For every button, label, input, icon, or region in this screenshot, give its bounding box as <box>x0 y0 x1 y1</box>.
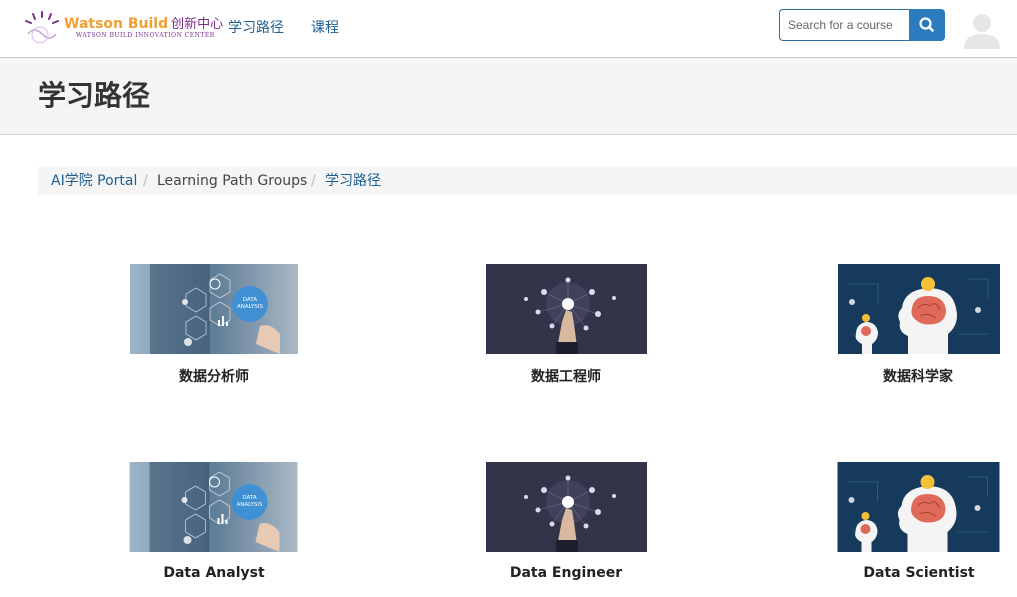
card-thumb-data-scientist[interactable] <box>837 462 1000 552</box>
thumb-text: ANALYSIS <box>237 502 263 508</box>
data-analysis-image: DATA ANALYSIS <box>130 264 298 354</box>
logo-burst-icon <box>25 11 59 44</box>
card-label-data-scientist-cn[interactable]: 数据科学家 <box>883 366 953 386</box>
thumb-text: ANALYSIS <box>237 304 263 310</box>
card-thumb-data-analysis[interactable]: DATA ANALYSIS <box>129 462 298 552</box>
logo-subtitle: WATSON BUILD INNOVATION CENTER <box>76 32 215 39</box>
card-thumb-data-engineer[interactable] <box>486 264 647 354</box>
card-thumb-data-engineer[interactable] <box>486 462 647 552</box>
card-label-data-analyst-cn[interactable]: 数据分析师 <box>179 366 249 386</box>
card-label-data-engineer-en[interactable]: Data Engineer <box>510 565 622 581</box>
search-icon <box>919 17 934 32</box>
card-label-data-engineer-cn[interactable]: 数据工程师 <box>531 366 601 386</box>
search-input[interactable] <box>779 9 910 41</box>
top-navbar: Watson Build 创新中心 WATSON BUILD INNOVATION… <box>0 0 1017 58</box>
card-thumb-data-scientist[interactable] <box>838 264 1000 354</box>
logo-brand: Watson Build <box>64 16 169 32</box>
page-header: 学习路径 <box>0 58 1017 135</box>
card-thumb-data-analysis[interactable]: DATA ANALYSIS <box>130 264 298 354</box>
network-touch-image <box>486 264 647 354</box>
network-touch-image <box>486 462 647 552</box>
brain-head-image <box>838 264 1000 354</box>
breadcrumb-separator: / <box>143 173 148 189</box>
user-avatar-icon[interactable] <box>962 9 1002 49</box>
brain-head-image <box>837 462 1000 552</box>
search-button[interactable] <box>909 9 945 41</box>
search-form <box>779 9 945 41</box>
thumb-text: DATA <box>242 495 256 501</box>
logo-brand-cn: 创新中心 <box>171 17 224 32</box>
thumb-text: DATA <box>243 297 257 303</box>
page-title: 学习路径 <box>38 79 151 112</box>
breadcrumb-separator: / <box>311 173 316 189</box>
breadcrumb-item-groups: Learning Path Groups <box>157 173 308 189</box>
card-label-data-analyst-en[interactable]: Data Analyst <box>163 565 264 581</box>
logo[interactable]: Watson Build 创新中心 WATSON BUILD INNOVATION… <box>22 8 223 48</box>
breadcrumb-item-current[interactable]: 学习路径 <box>325 167 381 195</box>
card-label-data-scientist-en[interactable]: Data Scientist <box>863 565 974 581</box>
breadcrumb-item-portal[interactable]: AI学院 Portal <box>51 167 137 195</box>
breadcrumb: AI学院 Portal / Learning Path Groups / 学习路… <box>38 167 1017 195</box>
nav-learning-paths[interactable]: 学习路径 <box>228 17 284 37</box>
data-analysis-image: DATA ANALYSIS <box>129 462 298 552</box>
nav-courses[interactable]: 课程 <box>311 17 339 37</box>
